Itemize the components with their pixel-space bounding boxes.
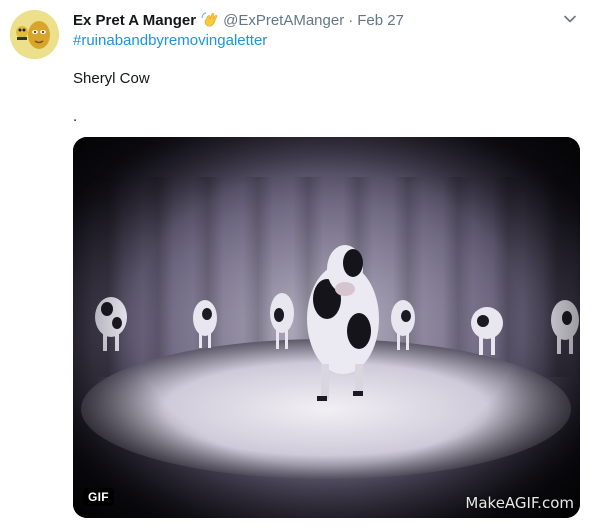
hashtag-link[interactable]: #ruinabandbyremovingaletter — [73, 32, 267, 49]
watermark: MakeAGIF.com — [465, 494, 574, 512]
separator-dot: · — [348, 11, 354, 29]
waving-hand-icon — [201, 11, 219, 29]
avatar-image — [10, 10, 59, 59]
tweet-text-line: . — [73, 108, 78, 125]
avatar[interactable] — [10, 10, 59, 59]
gif-media[interactable]: GIF MakeAGIF.com — [73, 137, 580, 518]
chevron-down-icon[interactable] — [559, 8, 581, 30]
tweet[interactable]: Ex Pret A Manger @ExPretAManger · Feb 27… — [0, 0, 595, 529]
display-name[interactable]: Ex Pret A Manger — [73, 12, 196, 29]
tweet-header: Ex Pret A Manger @ExPretAManger · Feb 27 — [73, 10, 404, 30]
tweet-date[interactable]: Feb 27 — [357, 12, 404, 29]
dancing-cows-gif — [73, 137, 580, 518]
tweet-text: Sheryl Cow — [73, 70, 150, 87]
gif-badge: GIF — [83, 488, 114, 506]
author-handle[interactable]: @ExPretAManger — [223, 12, 344, 29]
